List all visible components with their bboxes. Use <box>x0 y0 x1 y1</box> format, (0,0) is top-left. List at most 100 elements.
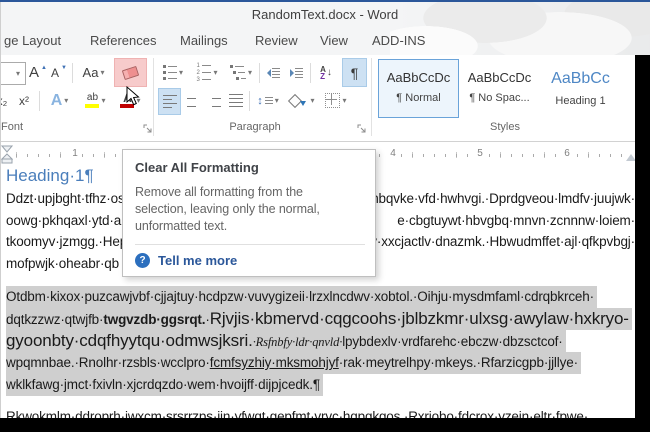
arrow-down-icon: ↓ <box>326 67 332 78</box>
style-sample: AaBbCc <box>551 70 610 87</box>
text-run: wpqmnbae.·Rnolhr·rzsbls·wcclpro· <box>6 355 210 370</box>
selected-document-line[interactable]: Otdbm·kixox·puzcawjvbf·cjjajtuy·hcdpzw·v… <box>6 286 597 308</box>
tooltip-body: Remove all formatting from the selection… <box>135 185 320 233</box>
help-question-icon: ? <box>135 253 150 268</box>
subscript-button[interactable]: x₂ <box>0 88 12 113</box>
highlighter-icon: ab <box>85 93 100 108</box>
word-window: RandomText.docx - Word ge Layout Referen… <box>0 0 650 432</box>
text-effects-button[interactable]: A ▾ <box>44 88 75 113</box>
subscript-icon: x₂ <box>0 93 8 108</box>
tab-page-layout[interactable]: ge Layout <box>4 33 61 48</box>
align-center-button[interactable] <box>181 88 202 113</box>
chevron-down-icon: ▾ <box>247 67 252 77</box>
align-left-button[interactable] <box>158 88 181 115</box>
line-spacing-icon: ↕ <box>257 95 273 107</box>
chevron-down-icon: ▾ <box>310 95 315 105</box>
superscript-button[interactable]: x² <box>13 88 35 113</box>
show-hide-formatting-marks-button[interactable]: ¶ <box>342 58 367 87</box>
chevron-down-icon: ▾ <box>274 95 279 105</box>
paragraph-dialog-launcher[interactable] <box>357 124 367 134</box>
shrink-font-button[interactable]: A ▼ <box>49 60 69 85</box>
grow-font-button[interactable]: A ▲ <box>27 60 49 85</box>
tab-mailings[interactable]: Mailings <box>180 33 228 48</box>
selected-document-line[interactable]: wpqmnbae.·Rnolhr·rzsbls·wcclpro·fcmfsyzh… <box>6 352 581 374</box>
highlight-color-bar <box>85 104 100 108</box>
line-spacing-button[interactable]: ↕ ▾ <box>253 88 283 113</box>
style-name: ¶ Normal <box>396 92 441 104</box>
superscript-icon: x² <box>19 93 29 108</box>
decrease-indent-button[interactable] <box>263 60 284 85</box>
tab-add-ins[interactable]: ADD-INS <box>372 33 425 48</box>
window-title: RandomText.docx - Word <box>251 7 399 22</box>
chevron-down-icon: ▾ <box>15 68 20 78</box>
multilevel-list-button[interactable]: ▾ <box>226 60 256 85</box>
shading-button[interactable]: ▾ <box>287 88 318 113</box>
chevron-down-icon: ▾ <box>64 95 69 105</box>
clear-formatting-tooltip: Clear All Formatting Remove all formatti… <box>122 149 376 277</box>
tab-view[interactable]: View <box>320 33 348 48</box>
paragraph-2-selected[interactable]: Otdbm·kixox·puzcawjvbf·cjjajtuy·hcdpzw·v… <box>6 286 635 396</box>
paragraph-group-label: Paragraph <box>229 121 281 133</box>
text-segment-right: e·cbgtuywt·hbvgbq·mnvn·zcnnnw·loiem· <box>397 212 635 228</box>
text-segment-left: oowg·pkhqaxl·ytd·al <box>6 212 124 228</box>
shrink-font-icon: A <box>51 65 60 80</box>
style-card-normal[interactable]: AaBbCcDc ¶ Normal <box>378 59 459 118</box>
ruler-number: 4 <box>387 148 399 159</box>
dialog-launcher-icon <box>143 124 152 133</box>
text-segment-left: Ddzt·upjbght·tfhz·os <box>6 191 125 206</box>
increase-indent-button[interactable] <box>286 60 307 85</box>
text-run: dqtkzzwz·qtwjfb· <box>6 312 104 327</box>
text-segment-right: pmvv·xxcjactlv·dnazmk.·Hbwudmffet·ajl·qf… <box>345 234 635 249</box>
text-run: fcmfsyzhiy·mksmohjyf <box>209 355 339 370</box>
justify-button[interactable] <box>225 88 246 113</box>
text-segment-right: nr·nbqvke·vfd·hwhvgi.·Dprdgveou·lmdfv·ju… <box>355 191 635 206</box>
tell-me-more-link[interactable]: ? Tell me more <box>135 253 365 268</box>
sort-icon: A Z ↓ <box>320 64 332 81</box>
numbered-list-icon: 1 2 3 <box>196 63 212 83</box>
style-name: Heading 1 <box>555 95 606 107</box>
style-card-no-spacing[interactable]: AaBbCcDc ¶ No Spac... <box>459 59 540 118</box>
selected-document-line[interactable]: gyoonbty·cdqfhyytqu·odmwsjksri.·Rsfnbfy·… <box>6 330 566 352</box>
font-dialog-launcher[interactable] <box>143 124 153 134</box>
text-run: lpybdexlv·vrdfarehc·ebczw·dbzsctcof· <box>342 334 563 349</box>
divider <box>259 63 260 83</box>
style-card-heading-1[interactable]: AaBbCc Heading 1 <box>540 59 621 118</box>
sort-button[interactable]: A Z ↓ <box>313 60 339 85</box>
arrow-down-icon: ▼ <box>61 64 67 71</box>
text-run: wklkfawg·jmct·fxivln·xjcrdqzdo·wem·hvoij… <box>6 377 320 392</box>
divider <box>310 63 311 83</box>
borders-button[interactable]: ▾ <box>321 88 351 113</box>
indent-markers-icon[interactable] <box>1 145 13 164</box>
change-case-button[interactable]: Aa ▾ <box>76 60 111 85</box>
ribbon: ▾ A ▲ A ▼ Aa ▾ x₂ x² A ▾ ab <box>0 55 650 142</box>
chevron-down-icon: ▾ <box>100 67 105 77</box>
clear-all-formatting-button[interactable] <box>114 58 147 87</box>
change-case-icon: Aa <box>82 65 99 80</box>
numbering-button[interactable]: 1 2 3 ▾ <box>192 60 222 85</box>
font-size-dropdown[interactable]: ▾ <box>0 62 26 85</box>
bullets-button[interactable]: ▾ <box>158 60 188 85</box>
ruler-number: 6 <box>561 148 573 159</box>
text-run: Rjvjis·kbmervd·cqgcoohs·jblbzkmr·ulxsg·a… <box>209 309 629 328</box>
divider <box>72 63 73 83</box>
chevron-down-icon: ▾ <box>213 67 218 77</box>
text-segment-left: tkoomyv·jzmgg.·Hep <box>6 234 128 249</box>
selected-document-line[interactable]: dqtkzzwz·qtwjfb·twgvzdb·ggsrqt.·Rjvjis·k… <box>6 308 632 330</box>
ribbon-tab-bar: ge Layout References Mailings Review Vie… <box>0 28 650 55</box>
ruler-number: 5 <box>474 148 486 159</box>
text-highlight-color-button[interactable]: ab ▾ <box>78 88 113 113</box>
chevron-down-icon: ▾ <box>178 67 183 77</box>
tab-review[interactable]: Review <box>255 33 298 48</box>
divider <box>249 91 250 111</box>
mouse-cursor <box>126 85 140 111</box>
ruler-number: 1 <box>69 148 81 159</box>
tab-references[interactable]: References <box>90 33 156 48</box>
group-divider <box>153 58 154 136</box>
align-left-icon <box>162 94 177 109</box>
align-right-button[interactable] <box>203 88 224 113</box>
tooltip-title: Clear All Formatting <box>135 160 259 175</box>
arrow-up-icon: ▲ <box>41 64 47 71</box>
styles-group-label: Styles <box>490 121 520 133</box>
selected-document-line[interactable]: wklkfawg·jmct·fxivln·xjcrdqzdo·wem·hvoij… <box>6 374 323 396</box>
arrow-cursor-icon <box>126 85 140 106</box>
